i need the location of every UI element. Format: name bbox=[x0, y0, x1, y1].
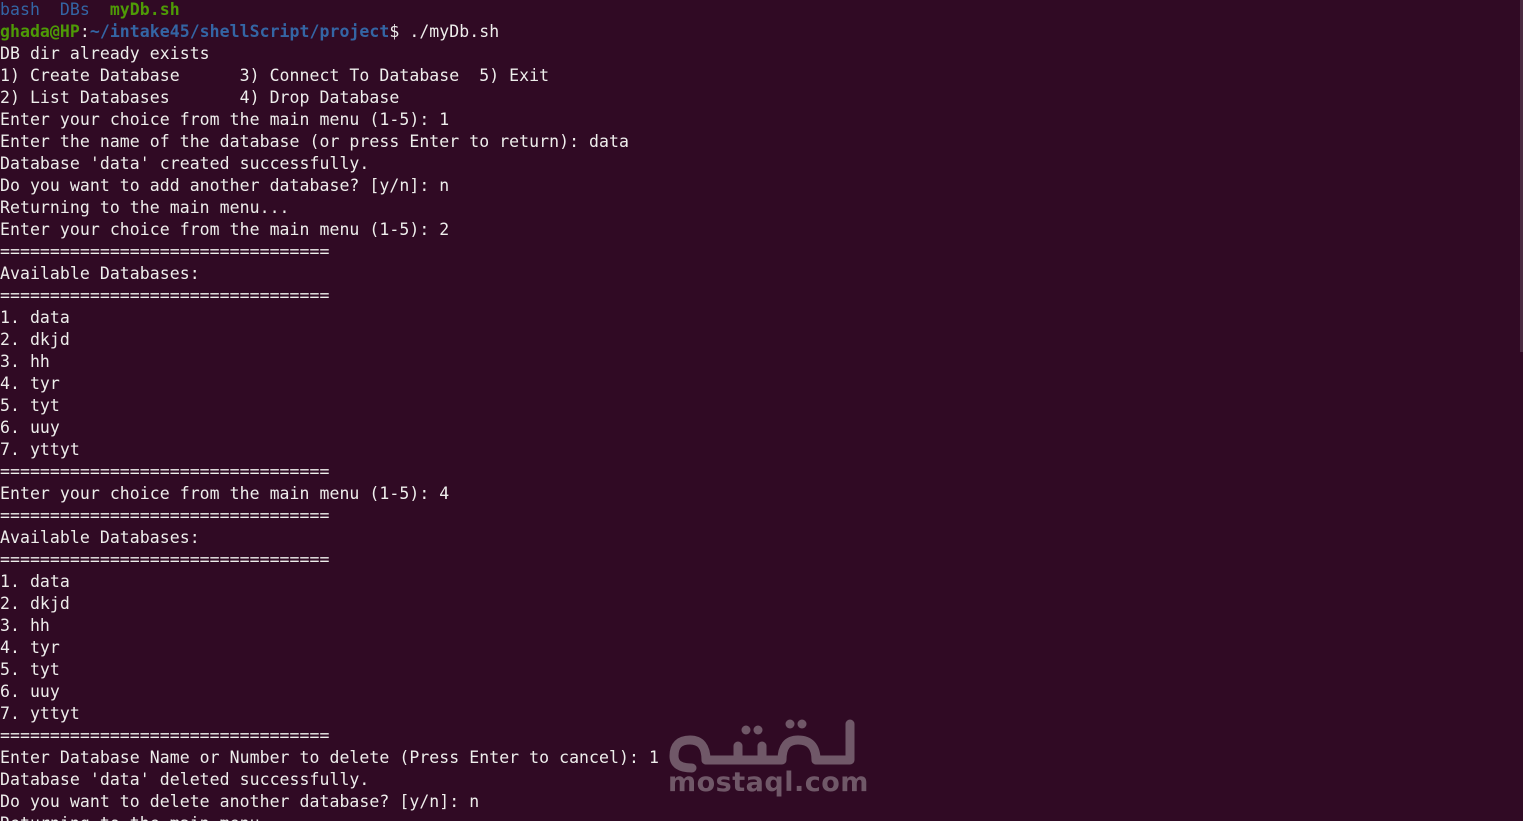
output-line: 4. tyr bbox=[0, 638, 60, 657]
ls-dir-dbs: DBs bbox=[59, 0, 90, 19]
prompt-path: ~/intake45/shellScript/project bbox=[89, 22, 390, 41]
output-line: 5. tyt bbox=[0, 660, 60, 679]
output-line: 1. data bbox=[0, 572, 70, 591]
output-line: 7. yttyt bbox=[0, 704, 80, 723]
prompt-command: ./myDb.sh bbox=[409, 22, 500, 41]
prompt-user-host: ghada@HP bbox=[0, 22, 80, 41]
output-line: 7. yttyt bbox=[0, 440, 80, 459]
output-line: 3. hh bbox=[0, 616, 50, 635]
output-line: Available Databases: bbox=[0, 264, 200, 283]
output-line: Returning to the main menu... bbox=[0, 198, 290, 217]
output-line: 3. hh bbox=[0, 352, 50, 371]
output-line: ================================= bbox=[0, 286, 330, 305]
output-line: 1. data bbox=[0, 308, 70, 327]
watermark-text: mostaql.com bbox=[668, 767, 869, 798]
output-line: Available Databases: bbox=[0, 528, 200, 547]
output-line: Enter your choice from the main menu (1-… bbox=[0, 484, 450, 503]
output-line: 2. dkjd bbox=[0, 330, 70, 349]
ls-output-line: bash DBs myDb.sh bbox=[0, 0, 659, 21]
output-line: Enter Database Name or Number to delete … bbox=[0, 748, 659, 767]
output-line: DB dir already exists bbox=[0, 44, 210, 63]
prompt-line: ghada@HP:~/intake45/shellScript/project$… bbox=[0, 21, 659, 43]
output-line: 2. dkjd bbox=[0, 594, 70, 613]
output-line: 5. tyt bbox=[0, 396, 60, 415]
output-line: 1) Create Database 3) Connect To Databas… bbox=[0, 66, 550, 85]
ls-dir-bash: bash bbox=[0, 0, 40, 19]
output-line: Enter your choice from the main menu (1-… bbox=[0, 110, 450, 129]
output-line: ================================= bbox=[0, 462, 330, 481]
output-line: Enter the name of the database (or press… bbox=[0, 132, 629, 151]
terminal-output: bash DBs myDb.sh ghada@HP:~/intake45/she… bbox=[0, 0, 659, 821]
output-line: Database 'data' deleted successfully. bbox=[0, 770, 370, 789]
program-output: DB dir already exists 1) Create Database … bbox=[0, 43, 659, 821]
output-line: 4. tyr bbox=[0, 374, 60, 393]
output-line: Do you want to add another database? [y/… bbox=[0, 176, 450, 195]
prompt-dollar: $ bbox=[389, 22, 410, 41]
terminal-window[interactable]: bash DBs myDb.sh ghada@HP:~/intake45/she… bbox=[0, 0, 1523, 821]
output-line: ================================= bbox=[0, 550, 330, 569]
watermark-logo: mostaql.com bbox=[666, 716, 868, 808]
output-line: ================================= bbox=[0, 242, 330, 261]
output-line: Do you want to delete another database? … bbox=[0, 792, 480, 811]
output-line: 2) List Databases 4) Drop Database bbox=[0, 88, 400, 107]
output-line: 6. uuy bbox=[0, 418, 60, 437]
output-line: ================================= bbox=[0, 726, 330, 745]
ls-exec-mydb: myDb.sh bbox=[109, 0, 180, 19]
output-line: Enter your choice from the main menu (1-… bbox=[0, 220, 450, 239]
output-line: Returning to the main menu... bbox=[0, 813, 659, 821]
prompt-colon: : bbox=[79, 22, 90, 41]
output-line: ================================= bbox=[0, 506, 330, 525]
output-line: Database 'data' created successfully. bbox=[0, 154, 370, 173]
output-line: 6. uuy bbox=[0, 682, 60, 701]
